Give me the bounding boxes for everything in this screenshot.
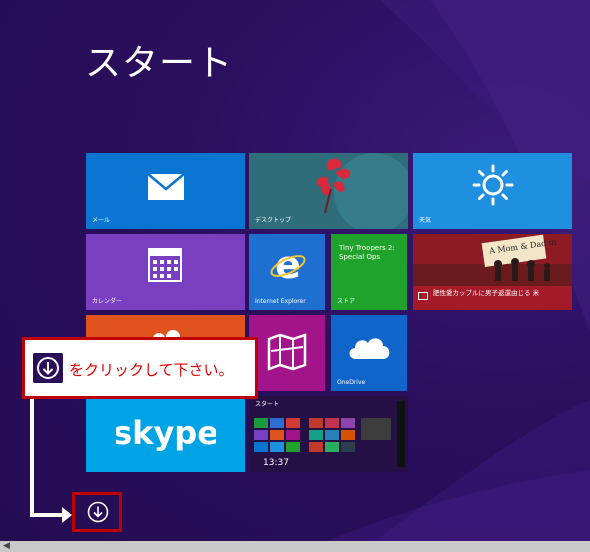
highlight-frame bbox=[72, 492, 122, 532]
tile-desktop[interactable]: デスクトップ bbox=[249, 153, 408, 229]
tile-label-onedrive: OneDrive bbox=[337, 379, 366, 386]
tile-label-desktop: デスクトップ bbox=[255, 217, 292, 224]
news-caption-text: 肥性愛カップルに男子返還由じる 米 bbox=[433, 289, 540, 297]
tile-internet-explorer[interactable]: e Internet Explorer bbox=[249, 234, 325, 310]
apps-down-arrow-icon bbox=[33, 353, 63, 383]
news-icon bbox=[418, 292, 428, 300]
tile-store[interactable]: Tiny Troopers 2: Special Ops ストア bbox=[331, 234, 407, 310]
scroll-left-icon[interactable]: ◀ bbox=[3, 541, 10, 552]
horizontal-scrollbar[interactable]: ◀ bbox=[0, 541, 590, 552]
cloud-icon bbox=[349, 338, 390, 359]
tile-label-calendar: カレンダー bbox=[92, 298, 123, 305]
skype-logo-text: skype bbox=[116, 414, 216, 452]
callout-text: をクリックして下さい。 bbox=[69, 361, 234, 379]
tile-label-ie: Internet Explorer bbox=[255, 298, 306, 305]
tile-maps[interactable] bbox=[249, 315, 325, 391]
page-title: スタート bbox=[85, 43, 234, 84]
tile-label-mail: メール bbox=[92, 217, 111, 224]
preview-time: 13:37 bbox=[263, 458, 289, 468]
instruction-callout: をクリックして下さい。 bbox=[22, 337, 258, 399]
tile-label-weather: 天気 bbox=[419, 217, 432, 224]
tile-calendar[interactable]: カレンダー bbox=[86, 234, 245, 310]
pointer-line-vertical bbox=[30, 399, 34, 515]
preview-title: スタート bbox=[255, 401, 280, 408]
tile-news[interactable]: A Mom & Dad in 肥性愛カップルに男子返還由じる 米 bbox=[413, 234, 572, 310]
internet-explorer-icon: e bbox=[270, 246, 306, 284]
start-screen: スタート メール デスクトップ 天気 カレンダー e Internet Expl… bbox=[0, 0, 590, 552]
tile-skype[interactable]: skype bbox=[86, 396, 245, 472]
map-icon bbox=[267, 333, 307, 371]
tile-label-store: ストア bbox=[337, 298, 356, 305]
tile-onedrive[interactable]: OneDrive bbox=[331, 315, 407, 391]
sun-icon bbox=[472, 164, 514, 206]
skype-logo: skype bbox=[116, 414, 216, 452]
news-caption: 肥性愛カップルに男子返還由じる 米 bbox=[413, 286, 572, 310]
tile-mail[interactable]: メール bbox=[86, 153, 245, 229]
pointer-arrowhead bbox=[62, 507, 72, 523]
store-app-title: Tiny Troopers 2: Special Ops bbox=[339, 244, 395, 261]
svg-text:e: e bbox=[275, 246, 301, 284]
apps-view-button[interactable] bbox=[87, 501, 109, 523]
mail-icon bbox=[147, 173, 185, 200]
tile-weather[interactable]: 天気 bbox=[413, 153, 572, 229]
pointer-line-horizontal bbox=[30, 513, 64, 517]
tile-start-preview[interactable]: スタート 13:37 bbox=[249, 396, 408, 472]
calendar-icon bbox=[148, 248, 182, 282]
